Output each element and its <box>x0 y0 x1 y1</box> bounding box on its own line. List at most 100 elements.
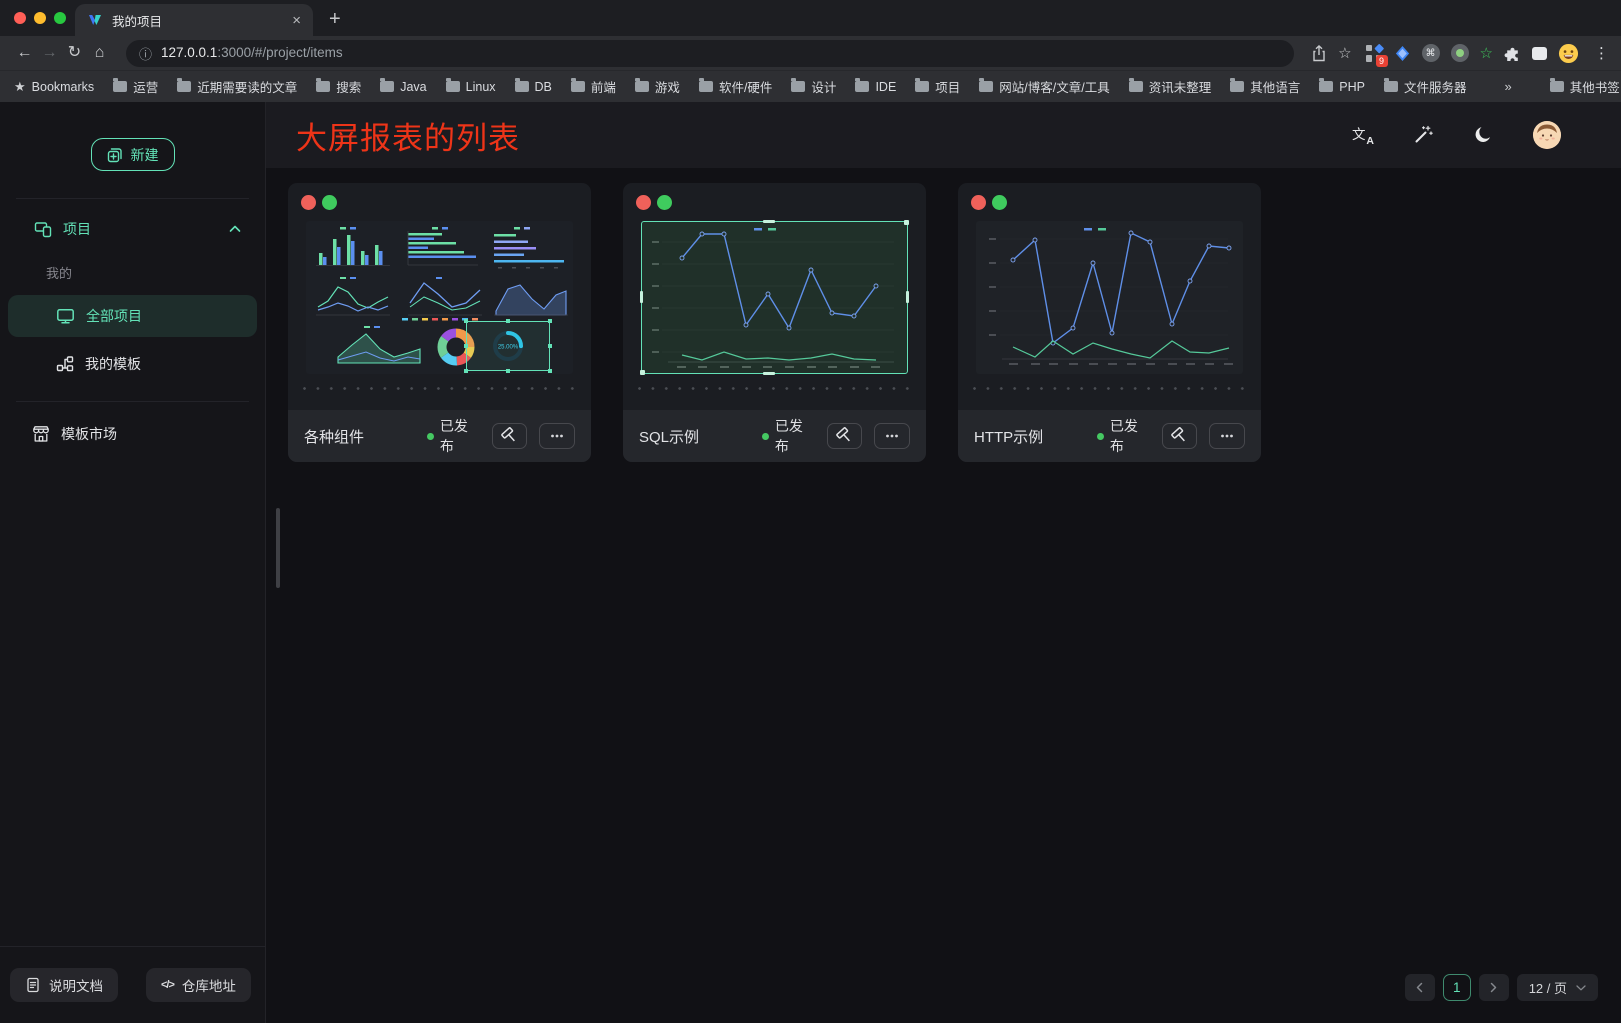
extension-record-icon[interactable] <box>1451 44 1469 62</box>
bookmark-folder[interactable]: 搜索 <box>316 77 361 96</box>
http-preview-chart <box>976 221 1243 374</box>
dotted-divider <box>973 387 1246 390</box>
bookmark-folder[interactable]: 近期需要读的文章 <box>177 77 297 96</box>
bookmark-folder[interactable]: IDE <box>855 80 896 94</box>
bookmark-folder[interactable]: 项目 <box>915 77 960 96</box>
bookmark-folder[interactable]: Linux <box>446 80 496 94</box>
bookmark-folder[interactable]: Java <box>380 80 426 94</box>
red-dot <box>636 195 651 210</box>
bookmarks-manager[interactable]: ★Bookmarks <box>14 79 94 95</box>
new-project-button[interactable]: 新建 <box>91 138 175 171</box>
address-bar[interactable]: ⓘ 127.0.0.1:3000/#/project/items <box>126 40 1294 67</box>
folder-icon <box>316 81 330 92</box>
bookmark-folder[interactable]: 网站/博客/文章/工具 <box>979 77 1109 96</box>
dark-mode-moon-icon[interactable] <box>1472 123 1496 147</box>
selection-handle <box>906 291 909 303</box>
magic-wand-icon[interactable] <box>1411 123 1435 147</box>
sidebar-item-my-templates[interactable]: 我的模板 <box>8 343 257 385</box>
bookmark-folder[interactable]: 文件服务器 <box>1384 77 1467 96</box>
bookmark-folder[interactable]: DB <box>515 80 552 94</box>
project-card[interactable]: 25.00% 各种组件 已发布 <box>288 183 591 462</box>
project-thumbnail[interactable] <box>641 221 908 374</box>
sidebar-section-project[interactable]: 项目 <box>0 207 265 251</box>
bookmark-label: 项目 <box>935 77 960 96</box>
app-header: 大屏报表的列表 文A <box>266 102 1621 168</box>
repository-button[interactable]: </> 仓库地址 <box>146 968 251 1002</box>
more-button[interactable] <box>874 423 910 449</box>
project-card[interactable]: SQL示例 已发布 <box>623 183 926 462</box>
dotted-divider <box>638 387 911 390</box>
other-bookmarks[interactable]: 其他书签 <box>1550 77 1620 96</box>
edit-button[interactable] <box>827 423 863 449</box>
new-tab-button[interactable]: + <box>329 8 341 31</box>
docs-button[interactable]: 说明文档 <box>10 968 118 1002</box>
card-footer: 各种组件 已发布 <box>288 410 591 462</box>
tab-close-icon[interactable]: × <box>292 13 301 28</box>
scrollbar-thumb[interactable] <box>276 508 280 588</box>
bookmark-star-icon[interactable]: ☆ <box>1338 44 1351 62</box>
extension-star-icon[interactable]: ☆ <box>1480 44 1493 62</box>
bookmark-folder[interactable]: PHP <box>1319 80 1365 94</box>
app-page: 新建 项目 我的 全部项目 我的模板 模板市场 <box>0 102 1621 1023</box>
sidebar-item-label: 模板市场 <box>61 424 117 444</box>
hammer-icon <box>501 427 519 445</box>
bookmark-folder[interactable]: 软件/硬件 <box>699 77 772 96</box>
mini-gauge-selected: 25.00% <box>464 319 552 373</box>
edit-button[interactable] <box>1162 423 1198 449</box>
sidebar-item-all-projects[interactable]: 全部项目 <box>8 295 257 337</box>
bookmarks-overflow-chevron[interactable]: » <box>1504 79 1511 94</box>
edit-button[interactable] <box>492 423 528 449</box>
prev-page-button[interactable] <box>1405 974 1435 1001</box>
reload-icon[interactable]: ↻ <box>62 45 87 61</box>
zoom-window-button[interactable] <box>54 12 66 24</box>
browser-tab[interactable]: 我的项目 × <box>75 4 313 36</box>
chevron-up-icon[interactable] <box>229 225 241 233</box>
document-icon <box>25 977 41 993</box>
minimize-window-button[interactable] <box>34 12 46 24</box>
extension-kite-icon[interactable] <box>1394 45 1411 62</box>
bookmark-label: 近期需要读的文章 <box>197 77 297 96</box>
folder-icon <box>515 81 529 92</box>
bookmarks-bar: ★Bookmarks 运营 近期需要读的文章 搜索 Java Linux DB … <box>0 70 1621 102</box>
language-icon[interactable]: 文A <box>1352 125 1374 145</box>
project-card[interactable]: HTTP示例 已发布 <box>958 183 1261 462</box>
extension-grid-icon[interactable]: 9 <box>1366 45 1383 62</box>
extensions-puzzle-icon[interactable] <box>1504 44 1521 62</box>
page-size-select[interactable]: 12 / 页 <box>1517 974 1598 1001</box>
bookmark-label: 文件服务器 <box>1404 77 1467 96</box>
back-icon[interactable]: ← <box>12 45 37 61</box>
bookmark-folder[interactable]: 运营 <box>113 77 158 96</box>
profile-avatar-emoji[interactable] <box>1558 43 1579 64</box>
more-button[interactable] <box>539 423 575 449</box>
more-button[interactable] <box>1209 423 1245 449</box>
bookmark-folder[interactable]: 游戏 <box>635 77 680 96</box>
user-avatar[interactable] <box>1533 121 1561 149</box>
sidebar-item-template-market[interactable]: 模板市场 <box>0 412 265 456</box>
chevron-down-icon <box>1576 985 1586 991</box>
bookmark-folder[interactable]: 设计 <box>791 77 836 96</box>
green-dot <box>992 195 1007 210</box>
red-dot <box>971 195 986 210</box>
close-window-button[interactable] <box>14 12 26 24</box>
bookmark-folder[interactable]: 前端 <box>571 77 616 96</box>
side-panel-icon[interactable] <box>1532 47 1547 60</box>
goview-favicon <box>87 12 103 28</box>
share-icon[interactable] <box>1312 45 1326 62</box>
project-thumbnail[interactable]: 25.00% <box>306 221 573 374</box>
bookmark-folder[interactable]: 其他语言 <box>1230 77 1300 96</box>
bookmark-label: 前端 <box>591 77 616 96</box>
project-thumbnail[interactable] <box>976 221 1243 374</box>
template-flow-icon <box>56 355 74 373</box>
projects-icon <box>34 220 52 238</box>
card-traffic-dots <box>288 195 591 210</box>
new-button-label: 新建 <box>131 145 159 165</box>
browser-menu-icon[interactable]: ⋮ <box>1594 44 1609 62</box>
next-page-button[interactable] <box>1479 974 1509 1001</box>
bookmark-folder[interactable]: 资讯未整理 <box>1129 77 1212 96</box>
forward-icon[interactable]: → <box>37 45 62 61</box>
current-page-button[interactable]: 1 <box>1443 974 1471 1001</box>
extension-command-icon[interactable]: ⌘ <box>1422 44 1440 62</box>
bookmark-label: 软件/硬件 <box>719 77 772 96</box>
home-icon[interactable]: ⌂ <box>87 45 112 61</box>
site-info-icon[interactable]: ⓘ <box>139 44 152 63</box>
